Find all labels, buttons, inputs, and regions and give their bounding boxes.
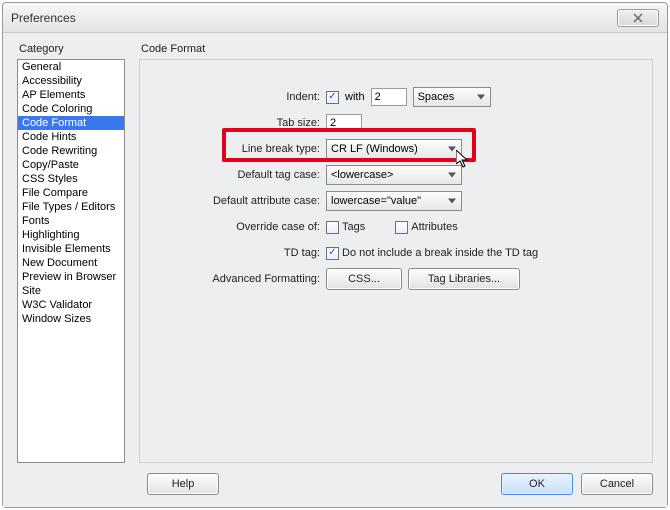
category-item[interactable]: Code Rewriting (18, 144, 124, 158)
tag-libraries-button[interactable]: Tag Libraries... (408, 268, 520, 290)
category-item[interactable]: Invisible Elements (18, 242, 124, 256)
category-item[interactable]: Site (18, 284, 124, 298)
help-button[interactable]: Help (147, 473, 219, 495)
close-icon (633, 13, 643, 23)
override-attrs-checkbox[interactable]: Attributes (395, 221, 457, 234)
indent-label: Indent: (140, 91, 326, 103)
indent-value-input[interactable] (371, 88, 407, 106)
indent-checkbox[interactable]: ✓ (326, 91, 339, 104)
attrcase-label: Default attribute case: (140, 195, 326, 207)
override-tags-label: Tags (342, 221, 365, 233)
ok-button[interactable]: OK (501, 473, 573, 495)
advanced-label: Advanced Formatting: (140, 273, 326, 285)
tagcase-label: Default tag case: (140, 169, 326, 181)
row-tdtag: TD tag: ✓Do not include a break inside t… (140, 240, 652, 266)
category-item[interactable]: Code Format (18, 116, 124, 130)
titlebar: Preferences (3, 3, 667, 33)
row-tabsize: Tab size: (140, 110, 652, 136)
category-item[interactable]: Code Hints (18, 130, 124, 144)
tabsize-input[interactable] (326, 114, 362, 132)
tabsize-label: Tab size: (140, 117, 326, 129)
category-list[interactable]: GeneralAccessibilityAP ElementsCode Colo… (17, 59, 125, 463)
attrcase-select[interactable]: lowercase="value" (326, 191, 462, 211)
cancel-button[interactable]: Cancel (581, 473, 653, 495)
window-title: Preferences (11, 11, 617, 25)
linebreak-value: CR LF (Windows) (331, 143, 418, 155)
settings-panel: Indent: ✓ with Spaces Tab size: Line (139, 59, 653, 463)
indent-with-label: with (345, 91, 365, 103)
attrcase-value: lowercase="value" (331, 195, 421, 207)
category-item[interactable]: General (18, 60, 124, 74)
category-label: Category (19, 43, 125, 55)
category-item[interactable]: New Document (18, 256, 124, 270)
category-column: Category GeneralAccessibilityAP Elements… (17, 43, 125, 463)
row-indent: Indent: ✓ with Spaces (140, 84, 652, 110)
tagcase-value: <lowercase> (331, 169, 393, 181)
preferences-window: Preferences Category GeneralAccessibilit… (2, 2, 668, 508)
row-advanced: Advanced Formatting: CSS... Tag Librarie… (140, 266, 652, 292)
category-item[interactable]: File Compare (18, 186, 124, 200)
category-item[interactable]: Fonts (18, 214, 124, 228)
category-item[interactable]: W3C Validator (18, 298, 124, 312)
tdtag-checkbox-label: Do not include a break inside the TD tag (342, 247, 538, 259)
category-item[interactable]: Copy/Paste (18, 158, 124, 172)
override-attrs-label: Attributes (411, 221, 457, 233)
linebreak-select[interactable]: CR LF (Windows) (326, 139, 462, 159)
indent-unit-select[interactable]: Spaces (413, 87, 491, 107)
close-button[interactable] (617, 9, 659, 27)
category-item[interactable]: Window Sizes (18, 312, 124, 326)
row-override: Override case of: Tags Attributes (140, 214, 652, 240)
tagcase-select[interactable]: <lowercase> (326, 165, 462, 185)
linebreak-label: Line break type: (140, 143, 326, 155)
category-item[interactable]: Accessibility (18, 74, 124, 88)
category-item[interactable]: File Types / Editors (18, 200, 124, 214)
override-tags-checkbox[interactable]: Tags (326, 221, 365, 234)
tdtag-label: TD tag: (140, 247, 326, 259)
category-item[interactable]: Code Coloring (18, 102, 124, 116)
settings-column: Code Format Indent: ✓ with Spaces Tab si… (139, 43, 653, 463)
tdtag-checkbox[interactable]: ✓Do not include a break inside the TD ta… (326, 247, 538, 260)
category-item[interactable]: AP Elements (18, 88, 124, 102)
category-item[interactable]: Preview in Browser (18, 270, 124, 284)
category-item[interactable]: CSS Styles (18, 172, 124, 186)
panel-title: Code Format (141, 43, 653, 55)
override-label: Override case of: (140, 221, 326, 233)
dialog-footer: Help OK Cancel (3, 469, 667, 507)
row-attrcase: Default attribute case: lowercase="value… (140, 188, 652, 214)
indent-unit-value: Spaces (418, 91, 455, 103)
row-linebreak: Line break type: CR LF (Windows) (140, 136, 652, 162)
css-button[interactable]: CSS... (326, 268, 402, 290)
row-tagcase: Default tag case: <lowercase> (140, 162, 652, 188)
dialog-body: Category GeneralAccessibilityAP Elements… (3, 33, 667, 469)
category-item[interactable]: Highlighting (18, 228, 124, 242)
